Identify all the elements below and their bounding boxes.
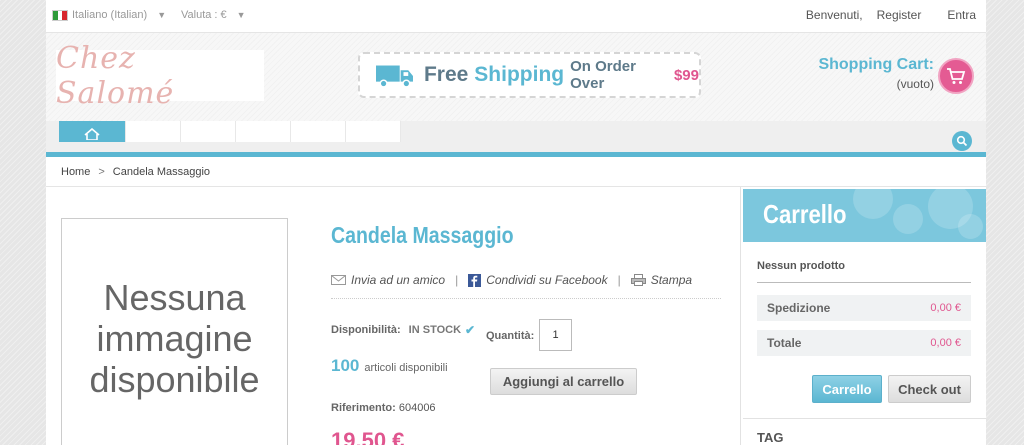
shipping-label: Spedizione: [767, 301, 831, 315]
user-links: Benvenuti, Register Entra: [792, 8, 976, 22]
breadcrumb-separator: >: [98, 165, 105, 178]
truck-icon: [376, 65, 413, 88]
decorative-bubble: [958, 214, 983, 239]
reference-value: 604006: [398, 402, 436, 414]
product-price: 19,50 €: [331, 428, 405, 445]
mail-icon: [331, 275, 346, 285]
header: Chez Salomé Free Shipping On Order Over …: [46, 33, 986, 121]
add-to-cart-button[interactable]: Aggiungi al carrello: [490, 368, 637, 395]
print-link[interactable]: Stampa: [651, 273, 692, 287]
availability-value: IN STOCK: [408, 324, 462, 336]
chevron-down-icon: ▼: [157, 10, 167, 20]
total-label: Totale: [767, 336, 802, 350]
share-separator: |: [455, 273, 459, 287]
cart-empty-text: Nessun prodotto: [757, 260, 845, 272]
header-cart-status: (vuoto): [896, 77, 934, 91]
divider: [743, 418, 986, 419]
welcome-text: Benvenuti,: [805, 8, 863, 22]
italy-flag-icon: [52, 9, 68, 21]
stock-count-number: 100: [331, 356, 360, 375]
facebook-icon: [468, 273, 482, 287]
top-bar: Italiano (Italian) ▼ Valuta : € ▼ Benven…: [46, 0, 986, 33]
currency-label: Valuta : €: [181, 9, 227, 21]
availability: Disponibilità: IN STOCK ✔: [331, 323, 475, 337]
nav-home-tab[interactable]: [59, 121, 126, 142]
checkout-button[interactable]: Check out: [888, 375, 971, 403]
page: Italiano (Italian) ▼ Valuta : € ▼ Benven…: [46, 0, 986, 445]
stock-count-text: articoli disponibili: [364, 362, 448, 374]
search-button[interactable]: [952, 131, 972, 151]
divider: [331, 298, 721, 299]
cart-shipping-row: Spedizione 0,00 €: [757, 295, 971, 321]
breadcrumb: Home > Candela Massaggio: [46, 157, 986, 187]
decorative-bubble: [853, 189, 893, 219]
logo[interactable]: Chez Salomé: [56, 41, 264, 111]
header-cart-label: Shopping Cart:: [818, 56, 934, 73]
banner-amount: $99: [673, 66, 699, 84]
product-title: Candela Massaggio: [331, 222, 514, 248]
divider: [757, 282, 971, 283]
total-value: 0,00 €: [930, 337, 961, 349]
search-icon: [956, 135, 968, 147]
nav-tab[interactable]: [346, 121, 401, 142]
nav-tab[interactable]: [126, 121, 181, 142]
home-icon: [84, 128, 100, 140]
column-divider: [740, 187, 741, 445]
quantity-label: Quantità:: [486, 330, 535, 342]
check-icon: ✔: [465, 323, 476, 337]
sidebar-cart-title: Carrello: [763, 199, 847, 229]
send-friend-link[interactable]: Invia ad un amico: [351, 273, 445, 287]
share-links: Invia ad un amico | Condividi su Faceboo…: [331, 273, 692, 287]
facebook-share-link[interactable]: Condividi su Facebook: [486, 273, 607, 287]
shipping-value: 0,00 €: [930, 302, 961, 314]
breadcrumb-home[interactable]: Home: [61, 166, 90, 178]
chevron-down-icon: ▼: [236, 10, 246, 20]
shopping-cart-icon[interactable]: [938, 58, 974, 94]
quantity-input[interactable]: [539, 319, 572, 351]
banner-shipping: Shipping: [474, 63, 565, 86]
banner-free: Free: [423, 63, 469, 86]
stock-count: 100 articoli disponibili: [331, 356, 448, 376]
print-icon: [630, 274, 646, 286]
header-cart[interactable]: Shopping Cart: (vuoto): [818, 56, 934, 91]
register-link[interactable]: Register: [877, 8, 922, 22]
decorative-bubble: [893, 204, 923, 234]
free-shipping-banner: Free Shipping On Order Over $99: [358, 52, 701, 98]
sidebar-cart-header: Carrello: [743, 189, 986, 242]
cart-total-row: Totale 0,00 €: [757, 330, 971, 356]
availability-label: Disponibilità:: [331, 324, 401, 336]
tag-section-title: TAG: [757, 430, 784, 445]
language-selector[interactable]: Italiano (Italian) ▼: [52, 9, 166, 21]
cart-button[interactable]: Carrello: [812, 375, 882, 403]
login-link[interactable]: Entra: [947, 8, 976, 22]
product-image-placeholder: Nessuna immagine disponibile: [61, 218, 288, 445]
reference: Riferimento: 604006: [331, 402, 436, 414]
currency-selector[interactable]: Valuta : € ▼: [181, 9, 246, 21]
share-separator: |: [617, 273, 621, 287]
breadcrumb-current: Candela Massaggio: [112, 165, 211, 178]
nav-tab[interactable]: [236, 121, 291, 142]
nav-tab[interactable]: [181, 121, 236, 142]
language-label: Italiano (Italian): [72, 9, 148, 21]
nav-tab[interactable]: [291, 121, 346, 142]
banner-on-order: On Order Over: [570, 58, 636, 92]
main-nav: [46, 121, 986, 152]
reference-label: Riferimento:: [331, 402, 396, 414]
